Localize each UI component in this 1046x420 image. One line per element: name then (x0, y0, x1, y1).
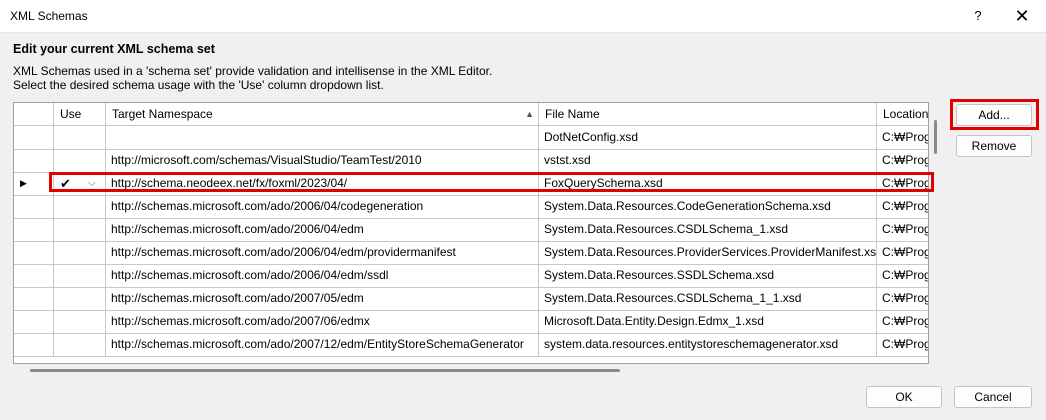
table-row[interactable]: http://schemas.microsoft.com/ado/2006/04… (14, 241, 928, 265)
location-cell: C:₩Progra (877, 195, 928, 218)
remove-button[interactable]: Remove (956, 135, 1032, 157)
column-header-target-namespace[interactable]: Target Namespace ▲ (106, 103, 539, 125)
title-bar: XML Schemas ? ✕ (0, 0, 1046, 33)
location-cell: C:₩Progra (877, 264, 928, 287)
row-selector[interactable]: ▶ (14, 172, 54, 195)
ok-button[interactable]: OK (866, 386, 942, 408)
chevron-down-icon[interactable]: ⌵ (88, 172, 96, 195)
location-cell: C:₩Progra (877, 287, 928, 310)
use-cell[interactable] (54, 287, 106, 310)
location-cell: C:₩Progra (877, 149, 928, 172)
table-row[interactable]: http://microsoft.com/schemas/VisualStudi… (14, 149, 928, 173)
location-cell: C:₩Progra (877, 333, 928, 356)
location-cell: C:₩Progra (877, 126, 928, 149)
use-cell[interactable] (54, 264, 106, 287)
table-row[interactable]: http://schemas.microsoft.com/ado/2007/12… (14, 333, 928, 357)
namespace-cell: http://schemas.microsoft.com/ado/2006/04… (106, 264, 539, 287)
use-cell[interactable] (54, 333, 106, 356)
window-title: XML Schemas (10, 9, 88, 23)
dialog-heading: Edit your current XML schema set (13, 42, 215, 56)
help-button[interactable]: ? (966, 4, 990, 28)
table-row[interactable]: http://schemas.microsoft.com/ado/2007/06… (14, 310, 928, 334)
row-selector[interactable] (14, 333, 54, 356)
table-row-current[interactable]: ▶ ✔ ⌵ http://schema.neodeex.net/fx/foxml… (14, 172, 928, 196)
file-name-cell: System.Data.Resources.ProviderServices.P… (539, 241, 877, 264)
row-selector[interactable] (14, 241, 54, 264)
header-row-selector (14, 103, 54, 125)
table-row[interactable]: DotNetConfig.xsd C:₩Progra (14, 126, 928, 150)
table-row[interactable]: http://schemas.microsoft.com/ado/2007/05… (14, 287, 928, 311)
use-cell[interactable] (54, 241, 106, 264)
namespace-cell: http://microsoft.com/schemas/VisualStudi… (106, 149, 539, 172)
row-selector[interactable] (14, 126, 54, 149)
use-cell[interactable] (54, 149, 106, 172)
column-header-target-namespace-label: Target Namespace (112, 107, 213, 121)
file-name-cell: System.Data.Resources.CSDLSchema_1_1.xsd (539, 287, 877, 310)
namespace-cell (106, 126, 539, 149)
use-cell[interactable] (54, 195, 106, 218)
grid-header: Use Target Namespace ▲ File Name Locatio… (14, 103, 928, 126)
file-name-cell: system.data.resources.entitystoreschemag… (539, 333, 877, 356)
current-row-icon: ▶ (20, 178, 27, 188)
check-icon: ✔ (60, 176, 71, 191)
column-header-file-name[interactable]: File Name (539, 103, 877, 125)
column-header-location[interactable]: Location (877, 103, 928, 125)
description-line-1: XML Schemas used in a 'schema set' provi… (13, 64, 493, 78)
add-button[interactable]: Add... (956, 104, 1032, 126)
use-dropdown-cell[interactable]: ✔ ⌵ (54, 172, 106, 195)
namespace-cell: http://schemas.microsoft.com/ado/2006/04… (106, 241, 539, 264)
file-name-cell: vstst.xsd (539, 149, 877, 172)
description-line-2: Select the desired schema usage with the… (13, 78, 384, 92)
namespace-cell: http://schemas.microsoft.com/ado/2006/04… (106, 218, 539, 241)
use-cell[interactable] (54, 218, 106, 241)
location-cell: C:₩Progra (877, 310, 928, 333)
file-name-cell: System.Data.Resources.CSDLSchema_1.xsd (539, 218, 877, 241)
sort-ascending-icon: ▲ (525, 109, 534, 119)
namespace-cell: http://schema.neodeex.net/fx/foxml/2023/… (106, 172, 539, 195)
row-selector[interactable] (14, 149, 54, 172)
file-name-cell: DotNetConfig.xsd (539, 126, 877, 149)
vertical-scrollbar[interactable] (934, 120, 937, 154)
namespace-cell: http://schemas.microsoft.com/ado/2007/12… (106, 333, 539, 356)
row-selector[interactable] (14, 195, 54, 218)
file-name-cell: FoxQuerySchema.xsd (539, 172, 877, 195)
file-name-cell: System.Data.Resources.SSDLSchema.xsd (539, 264, 877, 287)
schema-grid[interactable]: Use Target Namespace ▲ File Name Locatio… (13, 102, 929, 364)
cancel-button[interactable]: Cancel (954, 386, 1032, 408)
table-row[interactable]: http://schemas.microsoft.com/ado/2006/04… (14, 264, 928, 288)
row-selector[interactable] (14, 287, 54, 310)
use-cell[interactable] (54, 310, 106, 333)
close-button[interactable]: ✕ (1008, 4, 1036, 28)
row-selector[interactable] (14, 310, 54, 333)
row-selector[interactable] (14, 218, 54, 241)
column-header-use[interactable]: Use (54, 103, 106, 125)
location-cell: C:₩Progra (877, 218, 928, 241)
namespace-cell: http://schemas.microsoft.com/ado/2006/04… (106, 195, 539, 218)
row-selector[interactable] (14, 264, 54, 287)
location-cell: C:₩Progra (877, 172, 928, 195)
file-name-cell: Microsoft.Data.Entity.Design.Edmx_1.xsd (539, 310, 877, 333)
table-row[interactable]: http://schemas.microsoft.com/ado/2006/04… (14, 218, 928, 242)
use-cell[interactable] (54, 126, 106, 149)
table-row[interactable]: http://schemas.microsoft.com/ado/2006/04… (14, 195, 928, 219)
namespace-cell: http://schemas.microsoft.com/ado/2007/06… (106, 310, 539, 333)
location-cell: C:₩Progra (877, 241, 928, 264)
file-name-cell: System.Data.Resources.CodeGenerationSche… (539, 195, 877, 218)
horizontal-scrollbar[interactable] (30, 369, 620, 372)
namespace-cell: http://schemas.microsoft.com/ado/2007/05… (106, 287, 539, 310)
